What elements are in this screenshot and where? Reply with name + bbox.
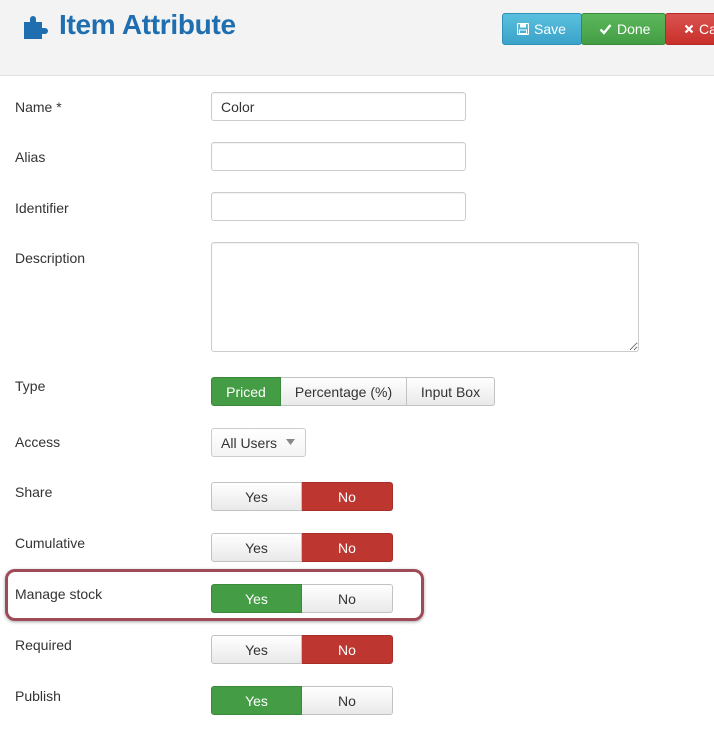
- type-option-input-box[interactable]: Input Box: [407, 377, 495, 406]
- publish-toggle: Yes No: [211, 686, 393, 715]
- identifier-input[interactable]: [211, 192, 466, 221]
- access-label: Access: [15, 434, 61, 450]
- manage-stock-label: Manage stock: [15, 586, 103, 602]
- publish-no-button[interactable]: No: [302, 686, 393, 715]
- type-button-group: Priced Percentage (%) Input Box: [211, 377, 495, 406]
- cumulative-label: Cumulative: [15, 535, 86, 551]
- checkmark-icon: [599, 24, 612, 35]
- access-select[interactable]: All Users: [211, 428, 306, 457]
- cumulative-no-button[interactable]: No: [302, 533, 393, 562]
- required-no-button[interactable]: No: [302, 635, 393, 664]
- floppy-disk-icon: [517, 23, 529, 35]
- cancel-button[interactable]: Ca: [665, 13, 714, 45]
- publish-yes-button[interactable]: Yes: [211, 686, 302, 715]
- share-yes-button[interactable]: Yes: [211, 482, 302, 511]
- cumulative-toggle: Yes No: [211, 533, 393, 562]
- save-button[interactable]: Save: [502, 13, 582, 45]
- type-option-priced[interactable]: Priced: [211, 377, 281, 406]
- required-toggle: Yes No: [211, 635, 393, 664]
- identifier-label: Identifier: [15, 200, 69, 216]
- type-label: Type: [15, 378, 46, 394]
- cancel-button-label: Ca: [699, 21, 714, 37]
- access-selected-value: All Users: [221, 434, 278, 451]
- required-yes-button[interactable]: Yes: [211, 635, 302, 664]
- name-input[interactable]: [211, 92, 466, 121]
- save-button-label: Save: [534, 21, 566, 37]
- description-label: Description: [15, 250, 86, 266]
- share-label: Share: [15, 484, 53, 500]
- required-label: Required: [15, 637, 72, 653]
- share-toggle: Yes No: [211, 482, 393, 511]
- page-title: Item Attribute: [59, 9, 236, 40]
- publish-label: Publish: [15, 688, 61, 704]
- cumulative-yes-button[interactable]: Yes: [211, 533, 302, 562]
- toolbar-header: Item Attribute Save Done Ca: [0, 0, 714, 76]
- manage-stock-yes-button[interactable]: Yes: [211, 584, 302, 613]
- type-option-percentage[interactable]: Percentage (%): [281, 377, 407, 406]
- close-icon: [684, 24, 694, 34]
- name-label: Name *: [15, 99, 62, 115]
- manage-stock-no-button[interactable]: No: [302, 584, 393, 613]
- caret-down-icon: [286, 439, 295, 445]
- alias-label: Alias: [15, 149, 46, 165]
- done-button[interactable]: Done: [581, 13, 666, 45]
- alias-input[interactable]: [211, 142, 466, 171]
- puzzle-icon: [24, 16, 48, 39]
- description-textarea[interactable]: [211, 242, 639, 352]
- share-no-button[interactable]: No: [302, 482, 393, 511]
- done-button-label: Done: [617, 21, 651, 37]
- manage-stock-toggle: Yes No: [211, 584, 393, 613]
